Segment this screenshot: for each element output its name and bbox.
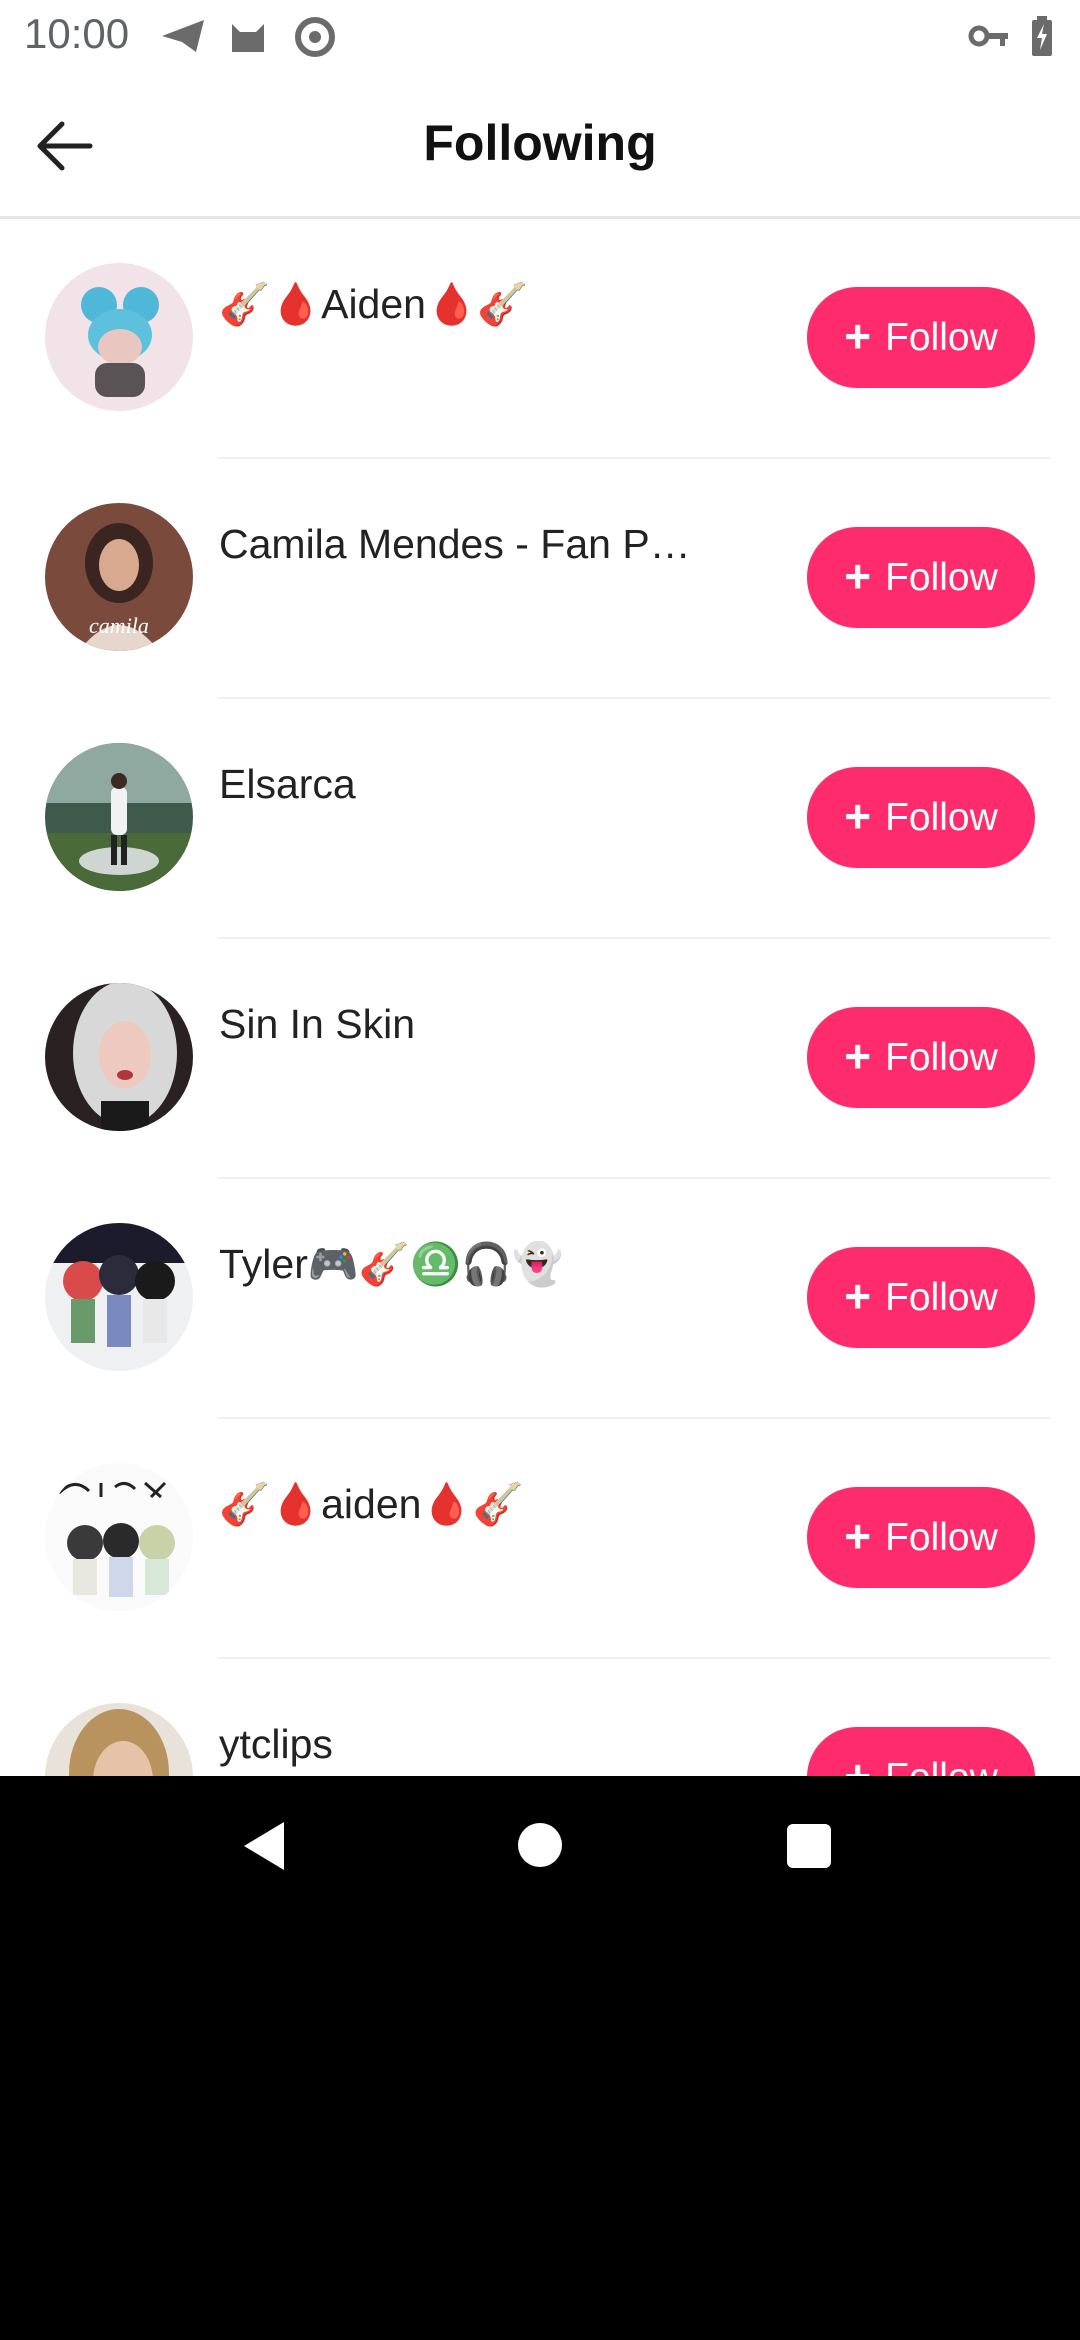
plus-icon: + (844, 309, 872, 362)
status-bar: 10:00 (0, 0, 1080, 72)
svg-text:camila: camila (89, 613, 149, 638)
list-item[interactable]: Tyler🎮🎸♎🎧👻 + Follow (0, 1179, 1080, 1419)
list-item[interactable]: ytclips + Follow (0, 1659, 1080, 1776)
avatar[interactable] (45, 1223, 193, 1371)
send-icon (160, 16, 206, 61)
at-sign-icon (294, 16, 336, 63)
plus-icon: + (844, 1029, 872, 1082)
follow-button[interactable]: + Follow (807, 1487, 1035, 1588)
list-item[interactable]: 🎸🩸aiden🩸🎸 + Follow (0, 1419, 1080, 1659)
avatar[interactable] (45, 263, 193, 411)
avatar[interactable] (45, 1703, 193, 1776)
follow-button-label: Follow (885, 1515, 998, 1559)
nav-recents-icon[interactable] (787, 1824, 831, 1868)
page-title: Following (423, 115, 657, 171)
list-item[interactable]: Sin In Skin + Follow (0, 939, 1080, 1179)
user-name[interactable]: Elsarca (219, 761, 356, 808)
avatar[interactable] (45, 1463, 193, 1611)
follow-button[interactable]: + Follow (807, 527, 1035, 628)
plus-icon: + (844, 1269, 872, 1322)
follow-button-label: Follow (885, 1756, 998, 1777)
app-bar: Following (0, 72, 1080, 219)
follow-button-label: Follow (885, 1035, 998, 1079)
list-item[interactable]: Elsarca + Follow (0, 699, 1080, 939)
list-item[interactable]: 🎸🩸Aiden🩸🎸 + Follow (0, 219, 1080, 459)
avatar[interactable] (45, 743, 193, 891)
nav-back-icon[interactable] (240, 1820, 288, 1877)
plus-icon: + (844, 1509, 872, 1562)
status-time: 10:00 (24, 10, 130, 57)
plus-icon: + (844, 789, 872, 842)
user-name[interactable]: 🎸🩸aiden🩸🎸 (219, 1481, 524, 1529)
battery-charging-icon (1030, 16, 1054, 61)
follow-button[interactable]: + Follow (807, 1727, 1035, 1776)
follow-button-label: Follow (885, 1275, 998, 1319)
avatar[interactable] (45, 983, 193, 1131)
user-name[interactable]: Sin In Skin (219, 1001, 415, 1048)
follow-button[interactable]: + Follow (807, 767, 1035, 868)
cat-icon (228, 16, 268, 61)
avatar[interactable]: camila (45, 503, 193, 651)
nav-home-icon[interactable] (518, 1823, 562, 1867)
list-item[interactable]: camila Camila Mendes - Fan Pa… + Follow (0, 459, 1080, 699)
screen: 10:00 Following 🎸🩸Aiden🩸🎸 + Follow camil… (0, 0, 1080, 1776)
vpn-key-icon (968, 16, 1010, 61)
user-name[interactable]: ytclips (219, 1721, 333, 1768)
follow-button-label: Follow (885, 795, 998, 839)
plus-icon: + (844, 549, 872, 602)
user-name[interactable]: Camila Mendes - Fan Pa… (219, 521, 699, 568)
user-name[interactable]: 🎸🩸Aiden🩸🎸 (219, 281, 528, 329)
following-list: 🎸🩸Aiden🩸🎸 + Follow camila Camila Mendes … (0, 219, 1080, 1776)
follow-button-label: Follow (885, 555, 998, 599)
plus-icon: + (844, 1749, 872, 1777)
follow-button[interactable]: + Follow (807, 1247, 1035, 1348)
user-name[interactable]: Tyler🎮🎸♎🎧👻 (219, 1241, 563, 1289)
follow-button[interactable]: + Follow (807, 287, 1035, 388)
follow-button[interactable]: + Follow (807, 1007, 1035, 1108)
follow-button-label: Follow (885, 315, 998, 359)
